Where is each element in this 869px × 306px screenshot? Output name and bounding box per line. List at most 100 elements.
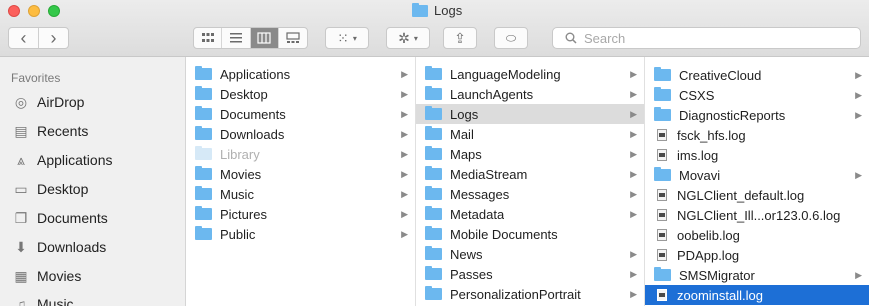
folder-row[interactable]: LanguageModeling ▶ [416,64,644,84]
chevron-down-icon: ▾ [413,33,418,43]
folder-icon [195,106,212,120]
item-label: CreativeCloud [679,67,762,83]
sidebar-heading-favorites: Favorites [11,71,61,85]
sidebar-item-movies[interactable]: ▦ Movies [13,268,81,285]
icon-view-button[interactable] [194,28,223,48]
column-view-button[interactable] [250,28,279,48]
folder-icon [425,266,442,280]
folder-row[interactable]: Mobile Documents [416,224,644,244]
sidebar-item-documents[interactable]: ❐ Documents [13,210,108,227]
sidebar-item-downloads[interactable]: ⬇ Downloads [13,239,106,256]
item-label: Downloads [220,126,285,142]
folder-row[interactable]: Movies ▶ [186,164,415,184]
folder-row[interactable]: Documents ▶ [186,104,415,124]
column-view-icon [257,32,271,44]
item-label: Applications [220,66,291,82]
folder-row[interactable]: MediaStream ▶ [416,164,644,184]
sidebar-item-airdrop[interactable]: ◎ AirDrop [13,94,85,111]
file-row[interactable]: PDApp.log [645,245,869,265]
folder-row[interactable]: CSXS ▶ [645,85,869,105]
folder-icon [654,267,671,281]
item-label: ims.log [677,147,719,163]
share-button[interactable]: ⇪ [443,27,477,49]
folder-row[interactable]: LaunchAgents ▶ [416,84,644,104]
folder-row[interactable]: Metadata ▶ [416,204,644,224]
search-input[interactable] [582,29,826,47]
sidebar-item-desktop[interactable]: ▭ Desktop [13,181,88,198]
folder-icon [425,86,442,100]
item-label: Music [220,186,254,202]
folder-row[interactable]: Public ▶ [186,224,415,244]
folder-row[interactable]: Messages ▶ [416,184,644,204]
search-field[interactable] [552,27,861,49]
minimize-button[interactable] [28,5,40,17]
back-button[interactable]: ‹ [9,28,39,48]
zoom-button[interactable] [48,5,60,17]
disclosure-chevron-icon: ▶ [401,228,408,239]
folder-row[interactable]: Applications ▶ [186,64,415,84]
folder-row[interactable]: Movavi ▶ [645,165,869,185]
folder-icon [425,286,442,300]
disclosure-chevron-icon: ▶ [630,68,637,79]
disclosure-chevron-icon: ▶ [855,269,862,280]
item-label: PDApp.log [677,247,740,263]
item-label: Metadata [450,206,505,222]
folder-row[interactable]: Logs ▶ [416,104,644,124]
sidebar: Favorites ◎ AirDrop ▤ Recents ⩓ Applicat… [0,57,186,306]
folder-icon [425,186,442,200]
folder-row[interactable]: PersonalizationPortrait ▶ [416,284,644,304]
folder-icon [195,86,212,100]
folder-row[interactable]: Mail ▶ [416,124,644,144]
disclosure-chevron-icon: ▶ [630,268,637,279]
toolbar: Logs ‹ › ⁙ ▾ ✲ ▾ ⇪ ⬭ Search [0,0,869,57]
list-view-button[interactable] [222,28,251,48]
folder-row[interactable]: Pictures ▶ [186,204,415,224]
folder-row[interactable]: CreativeCloud ▶ [645,65,869,85]
finder-window: Logs ‹ › ⁙ ▾ ✲ ▾ ⇪ ⬭ Search Favorites ◎ … [0,0,869,306]
folder-row[interactable]: Maps ▶ [416,144,644,164]
folder-row[interactable]: Passes ▶ [416,264,644,284]
folder-row[interactable]: News ▶ [416,244,644,264]
file-row[interactable]: NGLClient_default.log [645,185,869,205]
music-icon: ♫ [15,296,27,306]
file-row[interactable]: NGLClient_Ill...or123.0.6.log [645,205,869,225]
folder-row[interactable]: Desktop ▶ [186,84,415,104]
forward-button[interactable]: › [39,28,68,48]
close-button[interactable] [8,5,20,17]
action-button[interactable]: ✲ ▾ [386,27,430,49]
item-label: Mobile Documents [450,226,558,242]
column-library: LanguageModeling ▶ LaunchAgents ▶ Logs ▶ Mail ▶… [416,57,645,306]
folder-icon [425,206,442,220]
file-row[interactable]: oobelib.log [645,225,869,245]
folder-row[interactable]: Music ▶ [186,184,415,204]
sidebar-item-applications[interactable]: ⩓ Applications [13,152,112,169]
sidebar-item-label: Documents [37,210,108,226]
disclosure-chevron-icon: ▶ [630,88,637,99]
sidebar-item-music[interactable]: ♫ Music [13,296,74,306]
folder-row[interactable]: SMSMigrator ▶ [645,265,869,285]
disclosure-chevron-icon: ▶ [630,208,637,219]
document-icon [657,149,667,161]
folder-icon [195,226,212,240]
group-by-button[interactable]: ⁙ ▾ [325,27,369,49]
search-icon [565,32,577,44]
gallery-view-icon [286,32,300,43]
disclosure-chevron-icon: ▶ [855,109,862,120]
item-label: NGLClient_default.log [677,187,805,203]
item-label: Logs [450,106,479,122]
item-label: DiagnosticReports [679,107,786,123]
sidebar-item-recents[interactable]: ▤ Recents [13,122,88,140]
recents-icon: ▤ [14,122,28,139]
file-row[interactable]: fsck_hfs.log [645,125,869,145]
item-label: Pictures [220,206,267,222]
group-icon: ⁙ [337,29,349,46]
document-icon [657,129,667,141]
folder-row[interactable]: Downloads ▶ [186,124,415,144]
list-view-icon [229,33,242,43]
file-row[interactable]: ims.log [645,145,869,165]
folder-row[interactable]: DiagnosticReports ▶ [645,105,869,125]
folder-row[interactable]: Library ▶ [186,144,415,164]
tags-button[interactable]: ⬭ [494,27,528,49]
gallery-view-button[interactable] [279,28,307,48]
file-row[interactable]: zoominstall.log [645,285,869,305]
